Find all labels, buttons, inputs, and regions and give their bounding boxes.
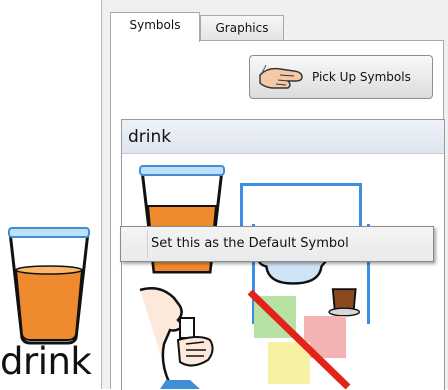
context-menu: Set this as the Default Symbol xyxy=(120,226,434,262)
results-header: drink xyxy=(122,120,444,154)
tab-graphics[interactable]: Graphics xyxy=(200,15,284,41)
hand-pickup-icon xyxy=(259,64,303,89)
person-drinking-icon[interactable] xyxy=(130,284,228,389)
preview-glass-icon xyxy=(8,227,90,345)
selected-cell-frame xyxy=(240,183,362,186)
menu-item-set-default-symbol[interactable]: Set this as the Default Symbol xyxy=(151,227,349,261)
cancelled-squares-icon[interactable] xyxy=(248,290,358,389)
menu-separator xyxy=(147,230,148,258)
pick-up-symbols-label: Pick Up Symbols xyxy=(312,70,411,84)
pick-up-symbols-button[interactable]: Pick Up Symbols xyxy=(249,55,433,99)
tab-symbols[interactable]: Symbols xyxy=(110,12,200,42)
selected-cell-frame-right xyxy=(359,183,362,226)
selected-cell-frame-left xyxy=(240,183,243,226)
